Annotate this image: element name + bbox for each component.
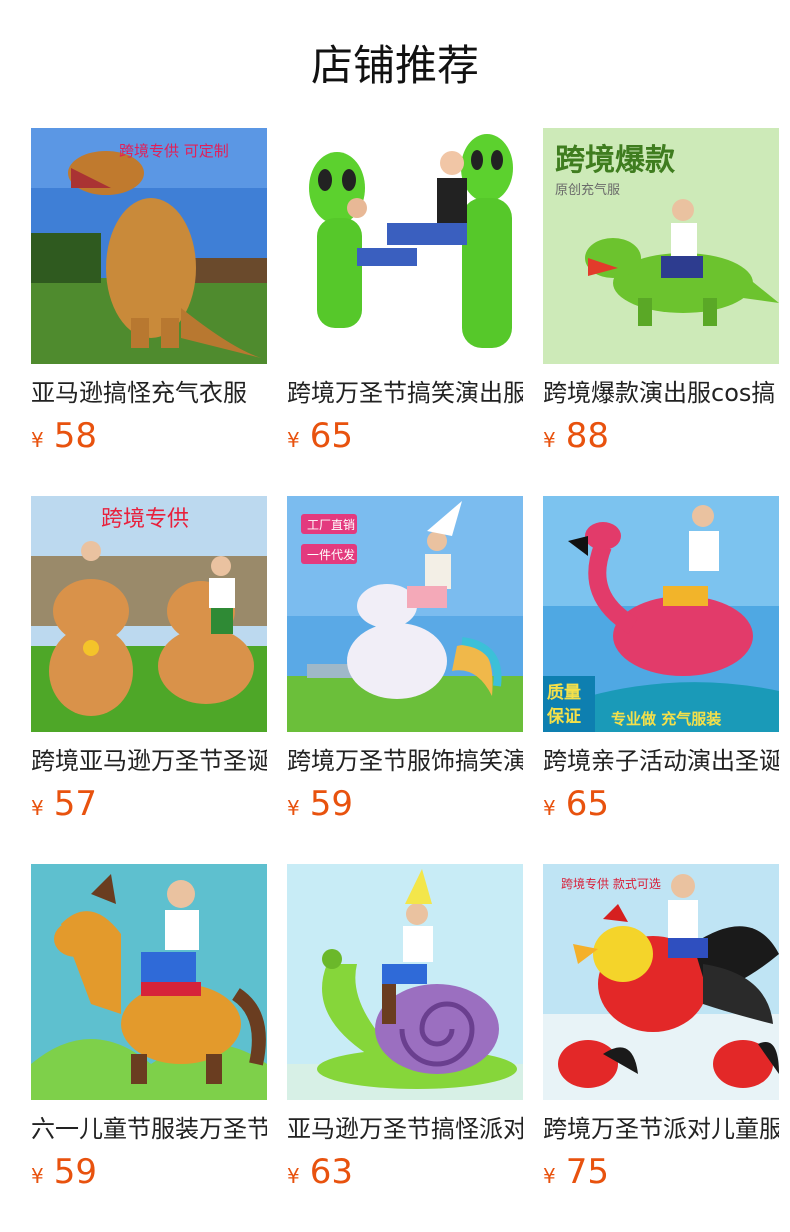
store-recommendations-page: 店铺推荐 跨境专供 可定制 亚马逊搞怪充气衣服 ¥ 58 跨境万圣节搞笑演出服 … [0,0,790,1232]
rooster-rider-photo: 跨境专供 款式可选 [543,864,779,1100]
product-name[interactable]: 六一儿童节服装万圣节 [31,1112,267,1146]
price-value: 63 [309,1152,353,1192]
currency-symbol: ¥ [287,428,300,452]
product-card[interactable]: 跨境万圣节搞笑演出服 ¥ 65 [287,128,523,496]
product-card[interactable]: 跨境专供 款式可选 跨境万圣节派对儿童服 ¥ 75 [543,864,779,1232]
currency-symbol: ¥ [543,796,556,820]
product-name[interactable]: 亚马逊万圣节搞怪派对 [287,1112,523,1146]
product-image[interactable]: 工厂直销 一件代发 [287,496,523,732]
price-value: 65 [565,784,609,824]
product-price: ¥ 59 [31,1152,267,1192]
t-rex-inflatable-photo: 跨境专供 可定制 [31,128,267,364]
svg-text:保证: 保证 [546,706,581,727]
horse-rider-photo [31,864,267,1100]
dinosaur-rider-photo: 跨境爆款 原创充气服 [543,128,779,364]
product-image[interactable]: 跨境爆款 原创充气服 [543,128,779,364]
badge-text: 跨境专供 可定制 [119,142,229,160]
product-card[interactable]: 亚马逊万圣节搞怪派对 ¥ 63 [287,864,523,1232]
product-image[interactable]: 跨境专供 款式可选 [543,864,779,1100]
product-name[interactable]: 跨境万圣节服饰搞笑演 [287,744,523,778]
product-name[interactable]: 跨境亚马逊万圣节圣诞 [31,744,267,778]
product-price: ¥ 65 [287,416,523,456]
alien-inflatable-photo [287,128,523,364]
product-image[interactable]: 质量 保证 专业做 充气服装 [543,496,779,732]
currency-symbol: ¥ [31,428,44,452]
product-card[interactable]: 工厂直销 一件代发 跨境万圣节服饰搞笑演 ¥ 59 [287,496,523,864]
badge-text-2: 专业做 充气服装 [611,710,722,728]
snail-rider-photo [287,864,523,1100]
product-grid: 跨境专供 可定制 亚马逊搞怪充气衣服 ¥ 58 跨境万圣节搞笑演出服 ¥ 65 … [31,128,790,1232]
product-name[interactable]: 跨境万圣节派对儿童服 [543,1112,779,1146]
currency-symbol: ¥ [31,796,44,820]
price-value: 59 [53,1152,97,1192]
badge-text: 跨境专供 [101,507,189,532]
product-price: ¥ 65 [543,784,779,824]
product-card[interactable]: 质量 保证 专业做 充气服装 跨境亲子活动演出圣诞 ¥ 65 [543,496,779,864]
unicorn-rider-photo: 工厂直销 一件代发 [287,496,523,732]
product-image[interactable]: 跨境专供 可定制 [31,128,267,364]
badge-text: 跨境爆款 [555,143,676,178]
product-price: ¥ 88 [543,416,779,456]
product-price: ¥ 63 [287,1152,523,1192]
currency-symbol: ¥ [287,1164,300,1188]
price-value: 58 [53,416,97,456]
product-price: ¥ 58 [31,416,267,456]
product-card[interactable]: 跨境爆款 原创充气服 跨境爆款演出服cos搞 ¥ 88 [543,128,779,496]
product-card[interactable]: 六一儿童节服装万圣节 ¥ 59 [31,864,267,1232]
price-value: 65 [309,416,353,456]
flamingo-rider-photo: 质量 保证 专业做 充气服装 [543,496,779,732]
price-value: 88 [565,416,609,456]
product-image[interactable] [31,864,267,1100]
currency-symbol: ¥ [287,796,300,820]
product-price: ¥ 57 [31,784,267,824]
badge-text-2: 一件代发 [307,547,355,562]
product-price: ¥ 59 [287,784,523,824]
page-title: 店铺推荐 [310,41,479,90]
product-image[interactable]: 跨境专供 [31,496,267,732]
currency-symbol: ¥ [543,1164,556,1188]
price-value: 75 [565,1152,609,1192]
badge-text: 工厂直销 [307,518,355,532]
product-card[interactable]: 跨境专供 可定制 亚马逊搞怪充气衣服 ¥ 58 [31,128,267,496]
badge-subtext: 原创充气服 [555,182,620,198]
currency-symbol: ¥ [543,428,556,452]
price-value: 59 [309,784,353,824]
reindeer-inflatable-photo: 跨境专供 [31,496,267,732]
badge-text: 跨境专供 款式可选 [561,876,661,891]
product-card[interactable]: 跨境专供 跨境亚马逊万圣节圣诞 ¥ 57 [31,496,267,864]
badge-text: 质量 [547,682,581,703]
product-name[interactable]: 跨境亲子活动演出圣诞 [543,744,779,778]
price-value: 57 [53,784,97,824]
product-name[interactable]: 亚马逊搞怪充气衣服 [31,376,267,410]
product-price: ¥ 75 [543,1152,779,1192]
product-name[interactable]: 跨境万圣节搞笑演出服 [287,376,523,410]
product-image[interactable] [287,864,523,1100]
currency-symbol: ¥ [31,1164,44,1188]
product-name[interactable]: 跨境爆款演出服cos搞 [543,376,779,410]
product-image[interactable] [287,128,523,364]
